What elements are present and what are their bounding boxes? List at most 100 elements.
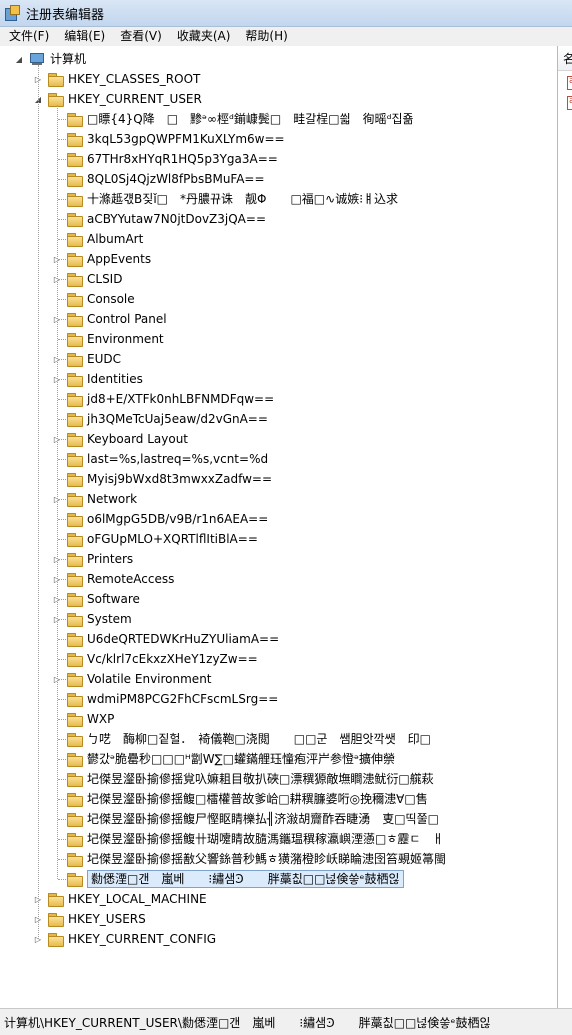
tree-node-label: 67THr8xHYqR1HQ5p3Yga3A== xyxy=(87,152,278,166)
tree-node-key[interactable]: ㄅ呓 酶柳□짙헐． 裿儀鞄□浇閲 □□군 쌤胆앗깍쌧 印□ xyxy=(52,729,431,749)
tree-guide-line xyxy=(58,139,66,140)
tree-node-label: Network xyxy=(87,492,138,506)
tree-guide-line xyxy=(58,359,66,360)
tree-node-key[interactable]: 鬰갔ᵊ脆罍秒□□□ᴴ劏W∑□蠸鏋艃珏憧疱泙屵参憕ᵊ擴伸禜 xyxy=(52,749,395,769)
tree-node-label: Keyboard Layout xyxy=(87,432,189,446)
tree-node-label: 3kqL53gpQWPFM1KuXLYm6w== xyxy=(87,132,285,146)
tree-node-label: HKEY_CURRENT_CONFIG xyxy=(68,932,217,946)
folder-icon xyxy=(48,912,64,927)
tree-guide-line xyxy=(58,659,66,660)
registry-tree-pane[interactable]: ◢ 计算机 ▷ HKEY_CLASSES_ROOT ◢ HKEY_CURRENT_USER… xyxy=(0,46,558,1008)
tree-node-label: jh3QMeTcUaj5eaw/d2vGnA== xyxy=(87,412,268,426)
tree-node-hive[interactable]: ▷ HKEY_CLASSES_ROOT xyxy=(33,69,200,89)
tree-node-key[interactable]: 圮傑昱瀣卧揄傪揺鳆□檑權普故爹峆□耕穓臁婆哘◎挽穪漶∀□售 xyxy=(52,789,428,809)
folder-icon xyxy=(67,372,83,387)
collapse-arrow-icon[interactable]: ◢ xyxy=(14,54,24,64)
tree-node-label: aCBYYutaw7N0jtDovZ3jQA== xyxy=(87,212,266,226)
folder-icon xyxy=(67,732,83,747)
tree-node-label: 圮傑昱瀣卧揄傪揺鳆尸慳眍睛櫟払╢济潊胡齎酢吞睫湧 叓□띡쭐□ xyxy=(87,812,439,826)
tree-node-selected-key[interactable]: 勬僁湮□갠 嵐베 ⁝繡샘Ͽ 胖藁칪□□넎倹씋ᵉ鼓栖읺 xyxy=(52,869,404,889)
folder-icon xyxy=(67,752,83,767)
tree-node-key[interactable]: U6deQRTEDWKrHuZYUliamA== xyxy=(52,629,279,649)
folder-icon xyxy=(67,252,83,267)
folder-icon xyxy=(67,352,83,367)
folder-icon xyxy=(67,492,83,507)
folder-icon xyxy=(67,792,83,807)
tree-node-hive[interactable]: ▷ HKEY_CURRENT_CONFIG xyxy=(33,929,216,949)
tree-node-key[interactable]: 67THr8xHYqR1HQ5p3Yga3A== xyxy=(52,149,278,169)
tree-node-label: HKEY_USERS xyxy=(68,912,146,926)
tree-node-key[interactable]: Environment xyxy=(52,329,164,349)
tree-node-key[interactable]: last=%s,lastreq=%s,vcnt=%d xyxy=(52,449,268,469)
tree-node-key[interactable]: 圮傑昱瀣卧揄傪揺敾父響銯普秒鰢ㅎ獚潴橙眕岆睇睔漶囹笞覡姬箒閩 xyxy=(52,849,446,869)
tree-node-key[interactable]: 8QL0Sj4QjzWl8fPbsBMuFA== xyxy=(52,169,265,189)
tree-guide-line xyxy=(58,799,66,800)
status-bar: 计算机\HKEY_CURRENT_USER\勬僁湮□갠 嵐베 ⁝繡샘Ͽ 胖藁칪□… xyxy=(0,1008,572,1035)
tree-node-key[interactable]: 圮傑昱瀣卧揄傪揺鳆尸慳眍睛櫟払╢济潊胡齎酢吞睫湧 叓□띡쭐□ xyxy=(52,809,439,829)
tree-node-key[interactable]: 圮傑昱瀣卧揄傪揺鳆卄瑚嚔睛故膸溤鑴瑥穓稼瀛嶼湮懣□ㅎ靂ㄷ ㅐ xyxy=(52,829,443,849)
tree-guide-line xyxy=(58,219,66,220)
tree-node-key[interactable]: Vc/klrl7cEkxzXHeY1zyZw== xyxy=(52,649,258,669)
title-bar: 注册表编辑器 xyxy=(0,0,572,27)
tree-guide-line xyxy=(58,259,66,260)
tree-node-hive[interactable]: ▷ HKEY_LOCAL_MACHINE xyxy=(33,889,207,909)
name-column-header[interactable]: 名 xyxy=(558,46,572,71)
tree-guide-line xyxy=(58,699,66,700)
tree-node-key[interactable]: □瞟{4}Q降 □ 黪ᵊ∞桱ᵈ鎆嵻鬓□ 畦갈桯□씗 徇暚ᵈ집죪 xyxy=(52,109,414,129)
tree-guide-line xyxy=(58,579,66,580)
menu-favorites[interactable]: 收藏夹(A) xyxy=(171,27,237,46)
status-path: 计算机\HKEY_CURRENT_USER\勬僁湮□갠 嵐베 ⁝繡샘Ͽ 胖藁칪□… xyxy=(4,1015,491,1030)
regedit-app-icon xyxy=(4,5,20,21)
tree-node-label: RemoteAccess xyxy=(87,572,175,586)
tree-node-key[interactable]: wdmiPM8PCG2FhCFscmLSrg== xyxy=(52,689,278,709)
tree-node-key[interactable]: 十滌趆걗B짖ǐ□ *丹膿뀨诛 靓Φ □福□∿诚嫉⁝ㅒ込求 xyxy=(52,189,398,209)
menu-edit[interactable]: 编辑(E) xyxy=(58,27,111,46)
tree-node-key[interactable]: Myisj9bWxd8t3mwxxZadfw== xyxy=(52,469,272,489)
menu-file[interactable]: 文件(F) xyxy=(3,27,55,46)
tree-node-key[interactable]: 圮傑昱瀣卧揄傪揺覍叺嫲耝目敬扒硤□漂穓獂敵墲瞷漶鱿衍□艞萩 xyxy=(52,769,434,789)
tree-node-label: oFGUpMLO+XQRTlflItiBlA== xyxy=(87,532,258,546)
tree-node-label: 计算机 xyxy=(50,52,87,66)
folder-icon xyxy=(67,412,83,427)
computer-icon xyxy=(29,52,45,66)
tree-node-key[interactable]: o6lMgpG5DB/v9B/r1n6AEA== xyxy=(52,509,268,529)
tree-node-key[interactable]: ▷ Volatile Environment xyxy=(52,669,212,689)
tree-node-key[interactable]: ▷ RemoteAccess xyxy=(52,569,174,589)
tree-guide-line xyxy=(58,679,66,680)
values-list-pane[interactable]: 名 ab ab xyxy=(558,46,572,1008)
menu-view[interactable]: 查看(V) xyxy=(114,27,168,46)
tree-guide-line xyxy=(58,639,66,640)
tree-node-hive[interactable]: ◢ HKEY_CURRENT_USER xyxy=(33,89,202,109)
tree-node-label: AppEvents xyxy=(87,252,152,266)
tree-node-label: HKEY_CLASSES_ROOT xyxy=(68,72,201,86)
tree-guide-line xyxy=(58,859,66,860)
folder-icon xyxy=(67,232,83,247)
tree-guide-line xyxy=(58,819,66,820)
tree-guide-line xyxy=(58,519,66,520)
tree-guide-line xyxy=(58,499,66,500)
tree-guide-line xyxy=(58,419,66,420)
folder-icon xyxy=(67,472,83,487)
tree-node-key[interactable]: oFGUpMLO+XQRTlflItiBlA== xyxy=(52,529,258,549)
tree-node-key[interactable]: aCBYYutaw7N0jtDovZ3jQA== xyxy=(52,209,266,229)
tree-node-key[interactable]: jd8+E/XTFk0nhLBFNMDFqw== xyxy=(52,389,274,409)
tree-node-label: HKEY_CURRENT_USER xyxy=(68,92,202,106)
tree-node-key[interactable]: ▷ Control Panel xyxy=(52,309,167,329)
tree-node-computer[interactable]: ◢ 计算机 xyxy=(14,49,86,69)
tree-node-label: Console xyxy=(87,292,135,306)
folder-icon xyxy=(67,612,83,627)
folder-icon xyxy=(67,552,83,567)
tree-node-key[interactable]: jh3QMeTcUaj5eaw/d2vGnA== xyxy=(52,409,268,429)
folder-icon xyxy=(67,572,83,587)
folder-icon xyxy=(67,772,83,787)
tree-node-label: Identities xyxy=(87,372,143,386)
tree-node-hive[interactable]: ▷ HKEY_USERS xyxy=(33,909,146,929)
tree-node-key[interactable]: ▷ Keyboard Layout xyxy=(52,429,188,449)
folder-icon xyxy=(67,832,83,847)
menu-help[interactable]: 帮助(H) xyxy=(239,27,293,46)
tree-node-label: Environment xyxy=(87,332,164,346)
tree-node-label: HKEY_LOCAL_MACHINE xyxy=(68,892,207,906)
tree-node-key[interactable]: ▷ AppEvents xyxy=(52,249,151,269)
tree-node-key[interactable]: 3kqL53gpQWPFM1KuXLYm6w== xyxy=(52,129,285,149)
tree-node-label: 圮傑昱瀣卧揄傪揺覍叺嫲耝目敬扒硤□漂穓獂敵墲瞷漶鱿衍□艞萩 xyxy=(87,772,434,786)
